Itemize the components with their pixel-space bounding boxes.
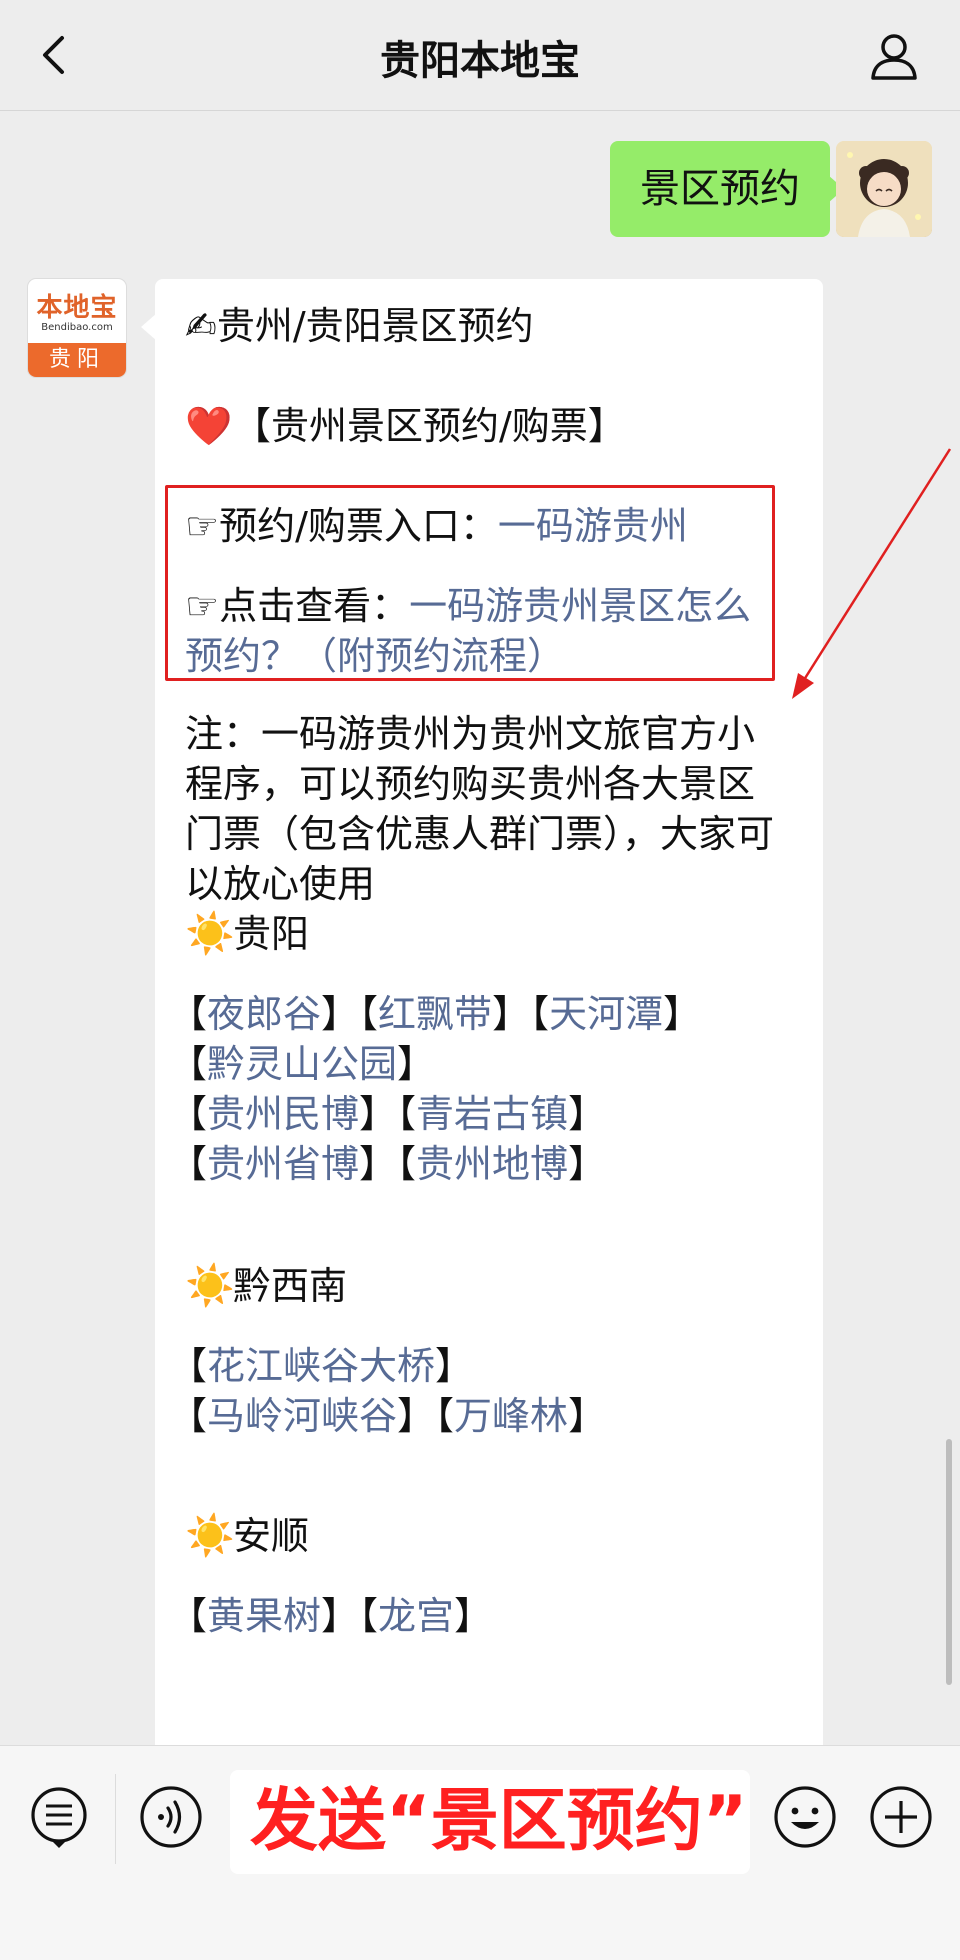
sun-icon: ☀️ [185, 1263, 235, 1309]
outgoing-message-bubble[interactable]: 景区预约 [610, 141, 844, 237]
link-guizhou-dibo[interactable]: 贵州地博 [416, 1142, 568, 1186]
user-avatar-image [836, 141, 932, 237]
input-bar: 发送“景区预约” [0, 1745, 960, 1960]
link-guizhou-minbo[interactable]: 贵州民博 [207, 1092, 359, 1136]
top-nav-bar: 贵阳本地宝 [0, 0, 960, 111]
entry-line: ☞预约/购票入口：一码游贵州 [185, 501, 805, 551]
outgoing-message-text: 景区预约 [640, 166, 800, 212]
page-title: 贵阳本地宝 [380, 38, 580, 84]
note-paragraph: 注：一码游贵州为贵州文旅官方小 程序，可以预约购买贵州各大景区 门票（包含优惠人… [185, 712, 775, 906]
link-hongpiaodai[interactable]: 红飘带 [378, 992, 492, 1036]
link-qianlingshan[interactable]: 黔灵山公园 [207, 1042, 397, 1086]
divider [115, 1774, 116, 1864]
profile-icon[interactable] [868, 30, 920, 82]
section-anshun: ☀️安顺 [185, 1513, 310, 1559]
link-wanfenglin[interactable]: 万峰林 [454, 1394, 568, 1438]
emoji-icon[interactable] [772, 1784, 838, 1850]
add-icon[interactable] [868, 1784, 934, 1850]
menu-list-icon[interactable] [26, 1784, 92, 1850]
link-huajiang-bridge[interactable]: 花江峡谷大桥 [207, 1344, 435, 1388]
view-link[interactable]: 一码游贵州景区怎么 [409, 584, 751, 628]
view-label: ☞点击查看： [185, 584, 410, 628]
link-longgong[interactable]: 龙宫 [378, 1594, 454, 1638]
section-guiyang: ☀️贵阳 [185, 911, 310, 957]
view-link-continued[interactable]: 预约？（附预约流程） [185, 634, 565, 678]
logo-city: 贵阳 [28, 343, 126, 377]
scrollbar[interactable] [946, 1439, 952, 1685]
entry-link[interactable]: 一码游贵州 [498, 504, 688, 548]
section-qianxinan: ☀️黔西南 [185, 1263, 348, 1309]
message-subheading: ❤️【贵州景区预约/购票】 [185, 401, 805, 451]
anshun-links: 【黄果树】【龙宫】 [169, 1594, 493, 1638]
sun-icon: ☀️ [185, 911, 235, 957]
sun-icon: ☀️ [185, 1513, 235, 1559]
link-tianhetan[interactable]: 天河潭 [549, 992, 663, 1036]
link-yelanggu[interactable]: 夜郎谷 [207, 992, 321, 1036]
link-qingyan[interactable]: 青岩古镇 [416, 1092, 568, 1136]
logo-text: 本地宝 [36, 293, 118, 323]
logo-subtext: Bendibao.com [41, 322, 113, 333]
message-input[interactable]: 发送“景区预约” [230, 1770, 750, 1874]
guiyang-links: 【夜郎谷】【红飘带】【天河潭】 【黔灵山公园】 【贵州民博】【青岩古镇】 【贵州… [169, 992, 702, 1186]
user-avatar[interactable] [836, 141, 932, 237]
annotation-arrow [792, 448, 952, 699]
link-malinghe[interactable]: 马岭河峡谷 [207, 1394, 397, 1438]
view-line: ☞点击查看：一码游贵州景区怎么 预约？（附预约流程） [185, 581, 805, 681]
heart-icon: ❤️ [185, 404, 233, 448]
chat-area[interactable]: 景区预约 本地宝 Bendibao.com 贵阳 ✍贵州/贵阳景区预约 ❤️【贵… [0, 111, 960, 1745]
link-huangguoshu[interactable]: 黄果树 [207, 1594, 321, 1638]
entry-label: ☞预约/购票入口： [185, 504, 498, 548]
qianxinan-links: 【花江峡谷大桥】 【马岭河峡谷】【万峰林】 [169, 1344, 607, 1438]
link-guizhou-shengbo[interactable]: 贵州省博 [207, 1142, 359, 1186]
incoming-message-bubble: ✍贵州/贵阳景区预约 ❤️【贵州景区预约/购票】 ☞预约/购票入口：一码游贵州 … [141, 279, 823, 1745]
message-heading: ✍贵州/贵阳景区预约 [185, 304, 534, 348]
voice-icon[interactable] [138, 1784, 204, 1850]
bendibao-avatar[interactable]: 本地宝 Bendibao.com 贵阳 [28, 279, 126, 377]
message-input-text: 发送“景区预约” [250, 1782, 748, 1861]
